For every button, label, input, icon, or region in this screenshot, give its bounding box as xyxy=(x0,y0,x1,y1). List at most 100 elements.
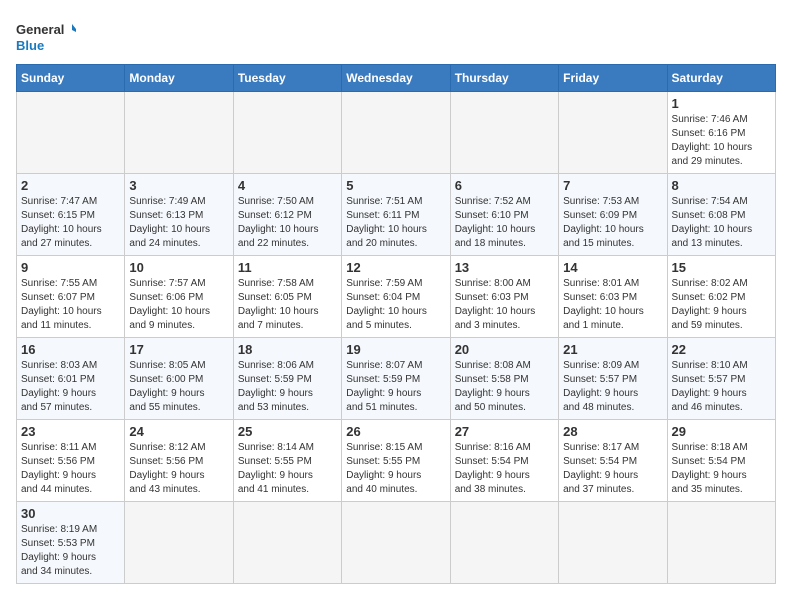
day-info: Sunrise: 8:02 AM Sunset: 6:02 PM Dayligh… xyxy=(672,277,771,333)
calendar-day-cell: 29 Sunrise: 8:18 AM Sunset: 5:54 PM Dayli… xyxy=(667,420,775,502)
day-info: Sunrise: 8:06 AM Sunset: 5:59 PM Dayligh… xyxy=(238,359,337,415)
day-number: 15 xyxy=(672,260,771,275)
calendar-day-cell xyxy=(559,502,667,584)
calendar-week-row: 2 Sunrise: 7:47 AM Sunset: 6:15 PM Daylig… xyxy=(17,174,776,256)
day-info: Sunrise: 8:05 AM Sunset: 6:00 PM Dayligh… xyxy=(129,359,228,415)
day-number: 26 xyxy=(346,424,445,439)
day-number: 16 xyxy=(21,342,120,357)
day-number: 27 xyxy=(455,424,554,439)
calendar-day-cell xyxy=(342,92,450,174)
day-info: Sunrise: 8:00 AM Sunset: 6:03 PM Dayligh… xyxy=(455,277,554,333)
day-info: Sunrise: 7:52 AM Sunset: 6:10 PM Dayligh… xyxy=(455,195,554,251)
day-info: Sunrise: 7:50 AM Sunset: 6:12 PM Dayligh… xyxy=(238,195,337,251)
svg-text:General: General xyxy=(16,22,64,37)
day-info: Sunrise: 8:14 AM Sunset: 5:55 PM Dayligh… xyxy=(238,441,337,497)
day-number: 10 xyxy=(129,260,228,275)
calendar-day-cell: 5Sunrise: 7:51 AM Sunset: 6:11 PM Daylig… xyxy=(342,174,450,256)
calendar-day-cell: 19 Sunrise: 8:07 AM Sunset: 5:59 PM Dayli… xyxy=(342,338,450,420)
logo-svg: General Blue xyxy=(16,16,76,56)
day-info: Sunrise: 7:46 AM Sunset: 6:16 PM Dayligh… xyxy=(672,113,771,169)
day-info: Sunrise: 7:57 AM Sunset: 6:06 PM Dayligh… xyxy=(129,277,228,333)
calendar-day-cell: 9Sunrise: 7:55 AM Sunset: 6:07 PM Daylig… xyxy=(17,256,125,338)
calendar-day-cell xyxy=(450,92,558,174)
day-number: 12 xyxy=(346,260,445,275)
day-info: Sunrise: 8:01 AM Sunset: 6:03 PM Dayligh… xyxy=(563,277,662,333)
weekday-header-monday: Monday xyxy=(125,65,233,92)
day-info: Sunrise: 7:59 AM Sunset: 6:04 PM Dayligh… xyxy=(346,277,445,333)
day-number: 14 xyxy=(563,260,662,275)
day-info: Sunrise: 8:10 AM Sunset: 5:57 PM Dayligh… xyxy=(672,359,771,415)
calendar-day-cell: 3Sunrise: 7:49 AM Sunset: 6:13 PM Daylig… xyxy=(125,174,233,256)
calendar-day-cell: 7Sunrise: 7:53 AM Sunset: 6:09 PM Daylig… xyxy=(559,174,667,256)
calendar-day-cell: 27 Sunrise: 8:16 AM Sunset: 5:54 PM Dayli… xyxy=(450,420,558,502)
day-number: 1 xyxy=(672,96,771,111)
day-info: Sunrise: 8:17 AM Sunset: 5:54 PM Dayligh… xyxy=(563,441,662,497)
logo: General Blue xyxy=(16,16,76,56)
day-info: Sunrise: 7:55 AM Sunset: 6:07 PM Dayligh… xyxy=(21,277,120,333)
calendar-day-cell: 12 Sunrise: 7:59 AM Sunset: 6:04 PM Dayli… xyxy=(342,256,450,338)
calendar-table: SundayMondayTuesdayWednesdayThursdayFrid… xyxy=(16,64,776,584)
calendar-day-cell: 30Sunrise: 8:19 AM Sunset: 5:53 PM Dayli… xyxy=(17,502,125,584)
day-number: 17 xyxy=(129,342,228,357)
day-number: 5 xyxy=(346,178,445,193)
day-number: 3 xyxy=(129,178,228,193)
calendar-day-cell: 15 Sunrise: 8:02 AM Sunset: 6:02 PM Dayli… xyxy=(667,256,775,338)
calendar-week-row: 30Sunrise: 8:19 AM Sunset: 5:53 PM Dayli… xyxy=(17,502,776,584)
day-number: 20 xyxy=(455,342,554,357)
calendar-day-cell: 2 Sunrise: 7:47 AM Sunset: 6:15 PM Daylig… xyxy=(17,174,125,256)
day-number: 18 xyxy=(238,342,337,357)
calendar-day-cell: 18 Sunrise: 8:06 AM Sunset: 5:59 PM Dayli… xyxy=(233,338,341,420)
day-number: 28 xyxy=(563,424,662,439)
day-info: Sunrise: 8:09 AM Sunset: 5:57 PM Dayligh… xyxy=(563,359,662,415)
day-number: 30 xyxy=(21,506,120,521)
calendar-day-cell: 26Sunrise: 8:15 AM Sunset: 5:55 PM Dayli… xyxy=(342,420,450,502)
day-info: Sunrise: 8:12 AM Sunset: 5:56 PM Dayligh… xyxy=(129,441,228,497)
day-info: Sunrise: 8:18 AM Sunset: 5:54 PM Dayligh… xyxy=(672,441,771,497)
calendar-day-cell xyxy=(559,92,667,174)
calendar-day-cell: 28 Sunrise: 8:17 AM Sunset: 5:54 PM Dayli… xyxy=(559,420,667,502)
day-number: 13 xyxy=(455,260,554,275)
calendar-day-cell: 6Sunrise: 7:52 AM Sunset: 6:10 PM Daylig… xyxy=(450,174,558,256)
day-info: Sunrise: 8:07 AM Sunset: 5:59 PM Dayligh… xyxy=(346,359,445,415)
calendar-day-cell xyxy=(450,502,558,584)
calendar-day-cell: 14 Sunrise: 8:01 AM Sunset: 6:03 PM Dayli… xyxy=(559,256,667,338)
day-info: Sunrise: 7:58 AM Sunset: 6:05 PM Dayligh… xyxy=(238,277,337,333)
calendar-week-row: 16 Sunrise: 8:03 AM Sunset: 6:01 PM Dayli… xyxy=(17,338,776,420)
weekday-header-wednesday: Wednesday xyxy=(342,65,450,92)
day-number: 2 xyxy=(21,178,120,193)
calendar-week-row: 9Sunrise: 7:55 AM Sunset: 6:07 PM Daylig… xyxy=(17,256,776,338)
calendar-day-cell: 22Sunrise: 8:10 AM Sunset: 5:57 PM Dayli… xyxy=(667,338,775,420)
day-info: Sunrise: 8:08 AM Sunset: 5:58 PM Dayligh… xyxy=(455,359,554,415)
calendar-day-cell xyxy=(233,502,341,584)
calendar-day-cell: 4 Sunrise: 7:50 AM Sunset: 6:12 PM Daylig… xyxy=(233,174,341,256)
weekday-header-row: SundayMondayTuesdayWednesdayThursdayFrid… xyxy=(17,65,776,92)
calendar-week-row: 23 Sunrise: 8:11 AM Sunset: 5:56 PM Dayli… xyxy=(17,420,776,502)
day-info: Sunrise: 7:53 AM Sunset: 6:09 PM Dayligh… xyxy=(563,195,662,251)
day-info: Sunrise: 8:16 AM Sunset: 5:54 PM Dayligh… xyxy=(455,441,554,497)
calendar-day-cell: 24Sunrise: 8:12 AM Sunset: 5:56 PM Dayli… xyxy=(125,420,233,502)
calendar-day-cell xyxy=(125,502,233,584)
day-info: Sunrise: 8:11 AM Sunset: 5:56 PM Dayligh… xyxy=(21,441,120,497)
day-number: 29 xyxy=(672,424,771,439)
svg-text:Blue: Blue xyxy=(16,38,44,53)
page-header: General Blue xyxy=(16,16,776,56)
day-info: Sunrise: 8:03 AM Sunset: 6:01 PM Dayligh… xyxy=(21,359,120,415)
calendar-day-cell: 17 Sunrise: 8:05 AM Sunset: 6:00 PM Dayli… xyxy=(125,338,233,420)
weekday-header-thursday: Thursday xyxy=(450,65,558,92)
calendar-day-cell: 25 Sunrise: 8:14 AM Sunset: 5:55 PM Dayli… xyxy=(233,420,341,502)
day-number: 4 xyxy=(238,178,337,193)
day-number: 23 xyxy=(21,424,120,439)
day-number: 21 xyxy=(563,342,662,357)
day-number: 19 xyxy=(346,342,445,357)
calendar-day-cell xyxy=(17,92,125,174)
day-info: Sunrise: 7:47 AM Sunset: 6:15 PM Dayligh… xyxy=(21,195,120,251)
weekday-header-saturday: Saturday xyxy=(667,65,775,92)
calendar-day-cell: 11Sunrise: 7:58 AM Sunset: 6:05 PM Dayli… xyxy=(233,256,341,338)
calendar-day-cell: 8Sunrise: 7:54 AM Sunset: 6:08 PM Daylig… xyxy=(667,174,775,256)
calendar-day-cell xyxy=(233,92,341,174)
day-info: Sunrise: 7:54 AM Sunset: 6:08 PM Dayligh… xyxy=(672,195,771,251)
weekday-header-sunday: Sunday xyxy=(17,65,125,92)
calendar-day-cell: 20 Sunrise: 8:08 AM Sunset: 5:58 PM Dayli… xyxy=(450,338,558,420)
day-number: 25 xyxy=(238,424,337,439)
weekday-header-friday: Friday xyxy=(559,65,667,92)
